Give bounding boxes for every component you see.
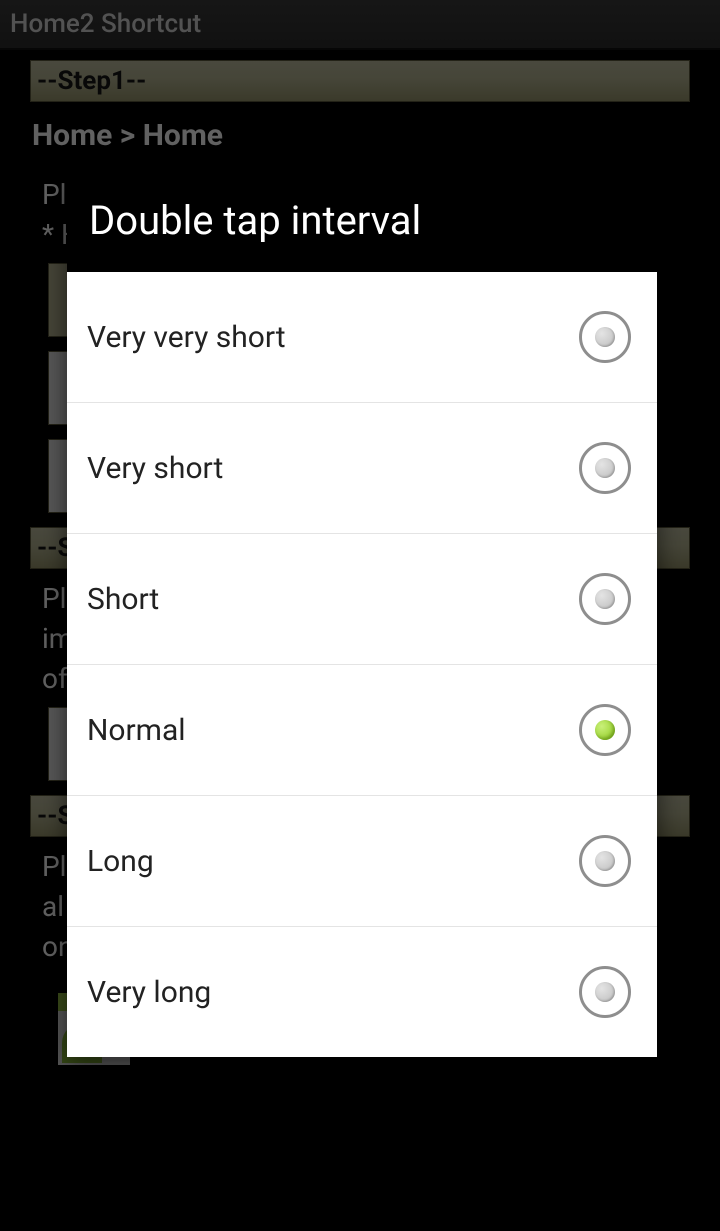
option-normal[interactable]: Normal [67, 665, 657, 796]
option-label: Short [87, 582, 159, 617]
option-label: Very very short [87, 320, 286, 355]
double-tap-interval-dialog: Double tap interval Very very short Very… [67, 173, 657, 1057]
dialog-title: Double tap interval [67, 173, 657, 272]
option-label: Long [87, 844, 154, 879]
option-very-short[interactable]: Very short [67, 403, 657, 534]
option-label: Very long [87, 975, 211, 1010]
radio-icon [579, 311, 631, 363]
radio-icon [579, 442, 631, 494]
radio-icon [579, 704, 631, 756]
radio-icon [579, 573, 631, 625]
option-long[interactable]: Long [67, 796, 657, 927]
dialog-options-list: Very very short Very short Short Normal … [67, 272, 657, 1057]
option-label: Very short [87, 451, 223, 486]
radio-icon [579, 966, 631, 1018]
radio-icon [579, 835, 631, 887]
option-very-very-short[interactable]: Very very short [67, 272, 657, 403]
option-label: Normal [87, 713, 186, 748]
option-short[interactable]: Short [67, 534, 657, 665]
option-very-long[interactable]: Very long [67, 927, 657, 1057]
